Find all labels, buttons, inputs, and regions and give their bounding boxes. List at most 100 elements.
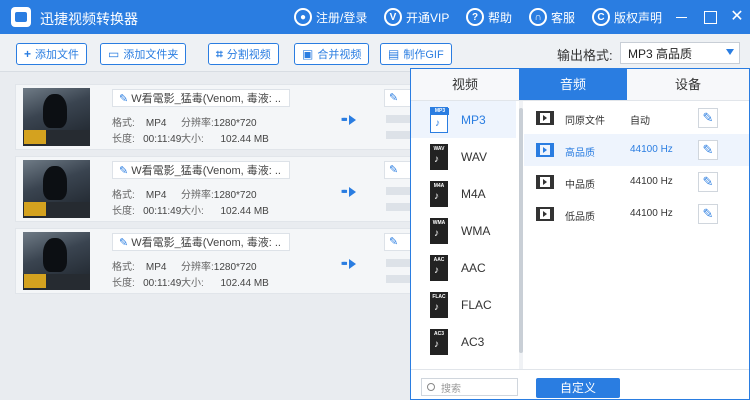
size-value: 102.44 MB [220, 134, 269, 145]
add-folder-button[interactable]: ▭ 添加文件夹 [100, 43, 187, 65]
output-meta-placeholder [386, 187, 412, 195]
format-item-flac[interactable]: FLAC ♪ FLAC [411, 286, 516, 323]
search-placeholder: 搜索 [441, 383, 461, 395]
headset-icon: ∩ [529, 8, 547, 26]
plus-icon: + [24, 47, 32, 61]
split-video-button[interactable]: ⌗ 分割视频 [208, 43, 279, 65]
film-icon [536, 207, 554, 221]
chevron-down-icon [726, 49, 734, 55]
format-tabs: 视频 音频 设备 [411, 69, 749, 101]
output-meta-placeholder [386, 203, 412, 211]
output-format-select[interactable]: MP3 高品质 [620, 42, 740, 64]
quality-name: 低品质 [565, 212, 595, 223]
quality-row-low[interactable]: 低品质 44100 Hz ✎ [524, 198, 749, 230]
quality-row-high[interactable]: 高品质 44100 Hz ✎ [524, 134, 749, 166]
gif-icon: ▤ [388, 47, 400, 61]
size-key: 大小: [181, 206, 204, 217]
minimize-button[interactable] [673, 8, 691, 26]
size-value: 102.44 MB [220, 206, 269, 217]
format-search-input[interactable]: 搜索 [421, 378, 518, 396]
tab-video[interactable]: 视频 [411, 69, 519, 100]
copyright-button[interactable]: C 版权声明 [592, 7, 662, 27]
edit-icon[interactable]: ✎ [698, 108, 718, 128]
file-name: W看電影_猛毒(Venom, 毒液: .. [131, 237, 281, 249]
quality-rate: 44100 Hz [630, 144, 673, 155]
format-name: M4A [461, 186, 486, 201]
convert-arrow-icon: ▪▪▪ [341, 256, 356, 270]
file-name-field[interactable]: ✎ W看電影_猛毒(Venom, 毒液: .. [112, 161, 290, 179]
file-name-field[interactable]: ✎ W看電影_猛毒(Venom, 毒液: .. [112, 233, 290, 251]
mp3-file-icon: MP3 ♪ [430, 106, 449, 133]
format-item-ac3[interactable]: AC3 ♪ AC3 [411, 323, 516, 360]
help-button[interactable]: ? 帮助 [466, 7, 512, 27]
file-name-field[interactable]: ✎ W看電影_猛毒(Venom, 毒液: .. [112, 89, 290, 107]
merge-video-button[interactable]: ▣ 合并视频 [294, 43, 370, 65]
tab-audio[interactable]: 音频 [519, 69, 627, 100]
service-button[interactable]: ∩ 客服 [529, 7, 575, 27]
resolution-meta: 分辨率:1280*720 [181, 258, 257, 273]
format-item-wav[interactable]: WAV ♪ WAV [411, 138, 516, 175]
add-file-button[interactable]: + 添加文件 [16, 43, 88, 65]
edit-icon[interactable]: ✎ [698, 140, 718, 160]
resolution-meta: 分辨率:1280*720 [181, 186, 257, 201]
film-icon [536, 143, 554, 157]
output-meta-placeholder [386, 115, 412, 123]
vip-icon: V [384, 8, 402, 26]
format-item-aac[interactable]: AAC ♪ AAC [411, 249, 516, 286]
resolution-key: 分辨率: [181, 262, 214, 273]
size-value: 102.44 MB [220, 278, 269, 289]
help-icon: ? [466, 8, 484, 26]
format-value: MP4 [145, 118, 167, 129]
merge-icon: ▣ [302, 47, 314, 61]
flac-icon-label: FLAC [432, 293, 446, 300]
format-name: WMA [461, 223, 491, 238]
resolution-value: 1280*720 [213, 118, 257, 129]
file-row[interactable]: ✎ W看電影_猛毒(Venom, 毒液: .. 格式: MP4 分辨率:1280… [15, 84, 425, 150]
login-label: 注册/登录 [316, 10, 368, 25]
edit-icon[interactable]: ✎ [698, 172, 718, 192]
format-name: AC3 [461, 334, 485, 349]
file-name: W看電影_猛毒(Venom, 毒液: .. [131, 165, 281, 177]
pencil-icon: ✎ [119, 236, 129, 249]
scissors-icon: ⌗ [216, 46, 223, 61]
user-icon: ● [294, 8, 312, 26]
close-button[interactable]: ✕ [728, 8, 746, 26]
quality-name: 同原文件 [565, 116, 605, 127]
quality-row-original[interactable]: 同原文件 自动 ✎ [524, 102, 749, 134]
video-thumbnail [23, 232, 90, 290]
vip-button[interactable]: V 开通VIP [384, 7, 449, 27]
custom-button[interactable]: 自定义 [536, 378, 620, 398]
format-item-wma[interactable]: WMA ♪ WMA [411, 212, 516, 249]
format-list-scroll-thumb[interactable] [519, 108, 523, 353]
maximize-button[interactable] [701, 8, 719, 26]
m4a-file-icon: M4A ♪ [430, 180, 448, 207]
format-item-m4a[interactable]: M4A ♪ M4A [411, 175, 516, 212]
format-item-mp3[interactable]: MP3 ♪ MP3 [411, 101, 516, 138]
add-file-label: 添加文件 [35, 49, 80, 61]
format-name: FLAC [461, 297, 492, 312]
quality-row-medium[interactable]: 中品质 44100 Hz ✎ [524, 166, 749, 198]
quality-name: 中品质 [565, 180, 595, 191]
aac-file-icon: AAC ♪ [430, 254, 448, 281]
output-format-label: 输出格式: [557, 48, 613, 63]
file-row[interactable]: ✎ W看電影_猛毒(Venom, 毒液: .. 格式: MP4 分辨率:1280… [15, 228, 425, 294]
pencil-icon: ✎ [119, 92, 129, 105]
tab-device[interactable]: 设备 [627, 69, 749, 100]
login-button[interactable]: ● 注册/登录 [294, 7, 367, 27]
size-meta: 大小: 102.44 MB [181, 130, 269, 145]
duration-value: 00:11:49 [143, 278, 182, 289]
merge-video-label: 合并视频 [317, 49, 362, 61]
file-name: W看電影_猛毒(Venom, 毒液: .. [131, 93, 281, 105]
quality-name: 高品质 [565, 148, 595, 159]
duration-key: 长度: [112, 134, 135, 145]
duration-key: 长度: [112, 206, 135, 217]
duration-key: 长度: [112, 278, 135, 289]
title-bar: 迅捷视频转换器 ● 注册/登录 V 开通VIP ? 帮助 ∩ 客服 C 版权声明… [0, 0, 750, 34]
format-meta: 格式: MP4 [112, 186, 166, 201]
app-logo-icon [11, 7, 31, 27]
duration-meta: 长度: 00:11:49 [112, 130, 181, 145]
edit-icon[interactable]: ✎ [698, 204, 718, 224]
file-row[interactable]: ✎ W看電影_猛毒(Venom, 毒液: .. 格式: MP4 分辨率:1280… [15, 156, 425, 222]
make-gif-button[interactable]: ▤ 制作GIF [380, 43, 452, 65]
format-key: 格式: [112, 190, 135, 201]
